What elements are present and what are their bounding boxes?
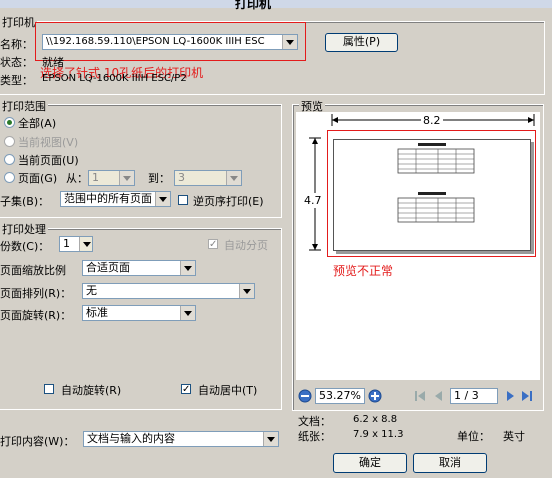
rotate-select[interactable]: 标准	[82, 305, 196, 321]
range-from-value: 1	[92, 171, 99, 184]
reverse-order-label[interactable]: 逆页序打印(E)	[193, 193, 264, 209]
auto-rotate-label[interactable]: 自动旋转(R)	[61, 382, 121, 398]
range-current-page-radio[interactable]	[4, 154, 15, 165]
chevron-down-icon[interactable]	[239, 284, 254, 298]
printer-name-highlight	[35, 22, 306, 61]
rotate-value: 标准	[86, 306, 108, 319]
status-label: 状态：	[0, 56, 33, 69]
range-to-value: 3	[178, 171, 185, 184]
content-label: 打印内容(W)：	[0, 435, 75, 448]
range-from-label: 从：	[66, 172, 88, 185]
chevron-down-icon[interactable]	[263, 432, 278, 446]
range-current-view-label[interactable]: 当前视图(V)	[18, 134, 78, 150]
chevron-down-icon[interactable]	[180, 306, 195, 320]
zoom-value: 53.27%	[319, 389, 361, 402]
preview-annotation: 预览不正常	[333, 264, 394, 278]
collate-label[interactable]: 自动分页	[224, 237, 268, 253]
auto-center-label[interactable]: 自动居中(T)	[198, 382, 257, 398]
copies-spinner[interactable]: 1	[59, 236, 93, 252]
width-dim-label: 8.2	[421, 114, 443, 127]
zoom-out-icon[interactable]	[298, 389, 312, 403]
range-to-label: 到：	[148, 172, 170, 185]
auto-center-checkbox[interactable]: ✓	[181, 384, 191, 395]
range-pages-radio[interactable]	[4, 172, 15, 183]
zoom-input[interactable]: 53.27%	[315, 388, 365, 404]
spinner-arrows-icon[interactable]	[79, 237, 92, 251]
range-pages-label[interactable]: 页面(G)	[18, 170, 57, 186]
auto-rotate-checkbox[interactable]	[44, 384, 54, 394]
doc-size-label: 文档：	[298, 415, 331, 428]
printer-name-label: 名称：	[0, 38, 33, 51]
range-all-radio[interactable]	[4, 117, 15, 128]
preview-highlight	[327, 130, 536, 257]
unit-label: 单位：	[457, 430, 490, 443]
prev-page-icon[interactable]	[432, 389, 444, 403]
reverse-order-checkbox[interactable]	[178, 195, 188, 205]
range-all-label[interactable]: 全部(A)	[18, 115, 56, 131]
range-from-input[interactable]: 1	[88, 170, 135, 186]
range-to-input[interactable]: 3	[174, 170, 242, 186]
cancel-button[interactable]: 取消	[413, 453, 487, 473]
next-page-icon[interactable]	[505, 389, 517, 403]
first-page-icon[interactable]	[413, 389, 427, 403]
type-value: EPSON LQ-1600K IIIH ESC/P2	[42, 73, 187, 84]
handling-group-title: 打印处理	[0, 221, 48, 237]
scale-label: 页面缩放比例	[0, 264, 66, 277]
ok-button[interactable]: 确定	[333, 453, 407, 473]
paper-size-label: 纸张：	[298, 430, 331, 443]
paper-size-value: 7.9 x 11.3	[353, 429, 404, 440]
chevron-down-icon[interactable]	[180, 261, 195, 275]
unit-value: 英寸	[503, 430, 525, 443]
arrange-select[interactable]: 无	[82, 283, 255, 299]
subset-value: 范围中的所有页面	[64, 192, 152, 205]
type-label: 类型：	[0, 74, 33, 87]
arrange-value: 无	[86, 284, 97, 297]
title-bar: 打印机	[0, 0, 552, 11]
subset-select[interactable]: 范围中的所有页面	[60, 191, 171, 207]
height-dim-label: 4.7	[304, 193, 322, 208]
copies-value: 1	[63, 237, 70, 250]
scale-value: 合适页面	[86, 261, 130, 274]
rotate-label: 页面旋转(R)：	[0, 309, 72, 322]
window-title: 打印机	[235, 0, 272, 11]
content-select[interactable]: 文档与输入的内容	[83, 431, 279, 447]
doc-size-value: 6.2 x 8.8	[353, 414, 398, 425]
zoom-in-icon[interactable]	[368, 389, 382, 403]
collate-checkbox[interactable]: ✓	[208, 239, 218, 250]
subset-label: 子集(B)：	[0, 195, 50, 208]
chevron-down-icon[interactable]	[226, 171, 241, 185]
range-current-page-label[interactable]: 当前页面(U)	[18, 152, 79, 168]
page-indicator[interactable]: 1 / 3	[450, 388, 498, 404]
page-indicator-value: 1 / 3	[454, 389, 479, 402]
copies-label: 份数(C)：	[0, 240, 50, 253]
scale-select[interactable]: 合适页面	[82, 260, 196, 276]
range-current-view-radio[interactable]	[4, 136, 15, 147]
printer-group-title: 打印机	[0, 14, 37, 30]
properties-button[interactable]: 属性(P)	[325, 33, 398, 52]
last-page-icon[interactable]	[520, 389, 534, 403]
content-value: 文档与输入的内容	[87, 432, 175, 445]
chevron-down-icon[interactable]	[155, 192, 170, 206]
chevron-down-icon[interactable]	[119, 171, 134, 185]
arrange-label: 页面排列(R)：	[0, 287, 72, 300]
range-group-title: 打印范围	[0, 98, 48, 114]
